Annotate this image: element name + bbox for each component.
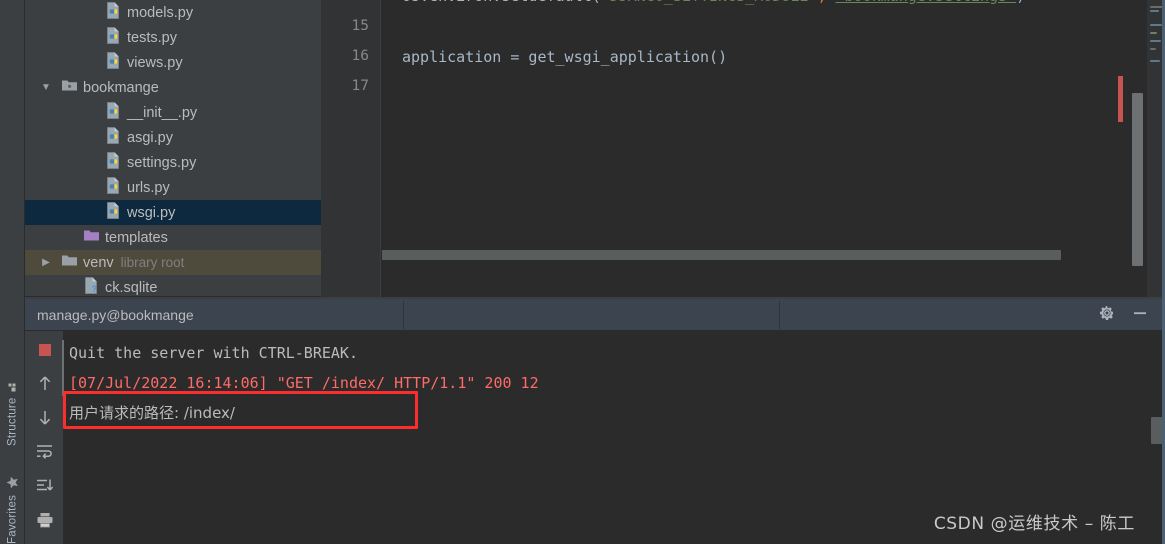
editor-hscroll-track[interactable]: [382, 249, 1061, 261]
code-token: 'bookmange.settings': [836, 0, 1017, 5]
console-header: manage.py@bookmange: [25, 299, 1165, 332]
line-number: 17: [351, 78, 369, 94]
tree-row-label: models.py: [127, 4, 194, 21]
up-button[interactable]: [25, 371, 64, 401]
tree-row-models-py[interactable]: models.py: [25, 0, 321, 25]
minimize-icon: [1132, 305, 1148, 326]
tree-row-settings-py[interactable]: settings.py: [25, 150, 321, 175]
arrow-down-icon: [37, 409, 53, 431]
svg-text:?: ?: [92, 284, 98, 294]
python-file-icon: [105, 102, 122, 123]
soft-wrap-button[interactable]: [25, 439, 64, 469]
down-button[interactable]: [25, 405, 64, 435]
run-console-panel: manage.py@bookmange Quit the server with…: [25, 297, 1165, 544]
tree-arrow-collapsed-icon[interactable]: ▶: [39, 257, 53, 268]
stop-button[interactable]: [25, 337, 64, 367]
tree-row-venv[interactable]: ▶ venv library root: [25, 250, 321, 275]
python-file-icon: [105, 177, 122, 198]
tree-row-label: settings.py: [127, 154, 197, 171]
arrow-up-icon: [37, 375, 53, 397]
print-icon: [36, 512, 54, 533]
minimize-button[interactable]: [1125, 299, 1155, 331]
line-number: 16: [351, 48, 369, 64]
tree-row-tests-py[interactable]: tests.py: [25, 25, 321, 50]
tree-row-label: wsgi.py: [127, 204, 176, 221]
tree-row-label: __init__.py: [127, 104, 198, 121]
code-token: os.environ.setdefault(: [402, 0, 601, 5]
templates-folder-icon: [83, 228, 100, 247]
python-file-icon: [105, 127, 122, 148]
python-file-icon: [105, 52, 122, 73]
settings-button[interactable]: [1092, 299, 1122, 331]
tree-row-label: urls.py: [127, 179, 170, 196]
console-scrollbar-thumb[interactable]: [1151, 417, 1162, 444]
tree-row-asgi-py[interactable]: asgi.py: [25, 125, 321, 150]
code-token: ): [1016, 0, 1025, 5]
project-tree-panel[interactable]: models.py tests.py views.py ▼ bookmange __ini…: [25, 0, 321, 297]
python-file-icon: [105, 27, 122, 48]
tree-row-templates[interactable]: templates: [25, 225, 321, 250]
scroll-to-end-button[interactable]: [25, 473, 64, 503]
structure-tab-label: Structure: [6, 397, 19, 446]
run-configuration-label: manage.py@bookmange: [37, 307, 194, 323]
left-tool-strip: Structure Favorites: [0, 0, 25, 544]
console-line: [07/Jul/2022 16:14:06] "GET /index/ HTTP…: [69, 374, 539, 392]
sidebar-tab-structure[interactable]: Structure: [0, 360, 25, 446]
editor-vscroll-thumb[interactable]: [1132, 93, 1143, 266]
tree-row-label: asgi.py: [127, 129, 173, 146]
run-configuration-tab[interactable]: manage.py@bookmange: [25, 299, 194, 331]
watermark-text: CSDN @运维技术 – 陈工: [933, 514, 1135, 534]
console-caret: [62, 340, 64, 396]
python-file-icon: [105, 202, 122, 223]
tree-row-urls-py[interactable]: urls.py: [25, 175, 321, 200]
stop-icon: [38, 343, 52, 362]
python-file-icon: [105, 152, 122, 173]
tree-row-label: bookmange: [83, 79, 159, 96]
editor-hscroll-thumb[interactable]: [382, 250, 1061, 260]
scroll-to-end-icon: [36, 478, 54, 498]
structure-icon: [7, 380, 18, 392]
tree-row-sublabel: library root: [120, 255, 185, 270]
tree-row-label: ck.sqlite: [105, 279, 158, 296]
console-run-indicator-bar: [1118, 76, 1123, 122]
tree-row-label: tests.py: [127, 29, 177, 46]
tree-row--init-py[interactable]: __init__.py: [25, 100, 321, 125]
tree-arrow-expanded-icon[interactable]: ▼: [39, 82, 53, 93]
module-folder-icon: [61, 78, 78, 97]
soft-wrap-icon: [36, 444, 53, 464]
sidebar-tab-favorites[interactable]: Favorites: [0, 462, 25, 544]
code-token: application = get_wsgi_application(): [402, 48, 728, 66]
console-line: 用户请求的路径: /index/: [69, 404, 235, 422]
python-file-icon: [105, 2, 122, 23]
tree-row-label: templates: [105, 229, 168, 246]
console-gutter-toolbar: [25, 331, 64, 544]
code-line: os.environ.setdefault('DJANGO_SETTINGS_M…: [402, 0, 1025, 5]
favorites-tab-label: Favorites: [6, 494, 19, 544]
star-icon: [6, 476, 19, 489]
line-number: 15: [351, 18, 369, 34]
tree-row-views-py[interactable]: views.py: [25, 50, 321, 75]
header-divider-1: [403, 301, 404, 332]
tree-row-label: views.py: [127, 54, 183, 71]
tree-row-bookmange[interactable]: ▼ bookmange: [25, 75, 321, 100]
code-token: 'DJANGO_SETTINGS_MODULE': [601, 0, 818, 5]
code-token: ,: [817, 0, 835, 5]
folder-icon: [61, 253, 78, 272]
header-divider-2: [779, 301, 780, 332]
tree-row-ck-sqlite[interactable]: ? ck.sqlite: [25, 275, 321, 297]
tree-row-label: venv: [83, 254, 114, 271]
console-line: Quit the server with CTRL-BREAK.: [69, 344, 358, 362]
unknown-file-icon: ?: [83, 277, 100, 297]
code-editor[interactable]: 15 16 17 os.environ.setdefault('DJANGO_SET…: [321, 0, 1165, 297]
print-button[interactable]: [25, 507, 64, 537]
code-line: application = get_wsgi_application(): [402, 48, 727, 66]
gear-icon: [1099, 305, 1115, 326]
tree-row-wsgi-py[interactable]: wsgi.py: [25, 200, 321, 225]
editor-gutter: 15 16 17: [321, 0, 381, 297]
